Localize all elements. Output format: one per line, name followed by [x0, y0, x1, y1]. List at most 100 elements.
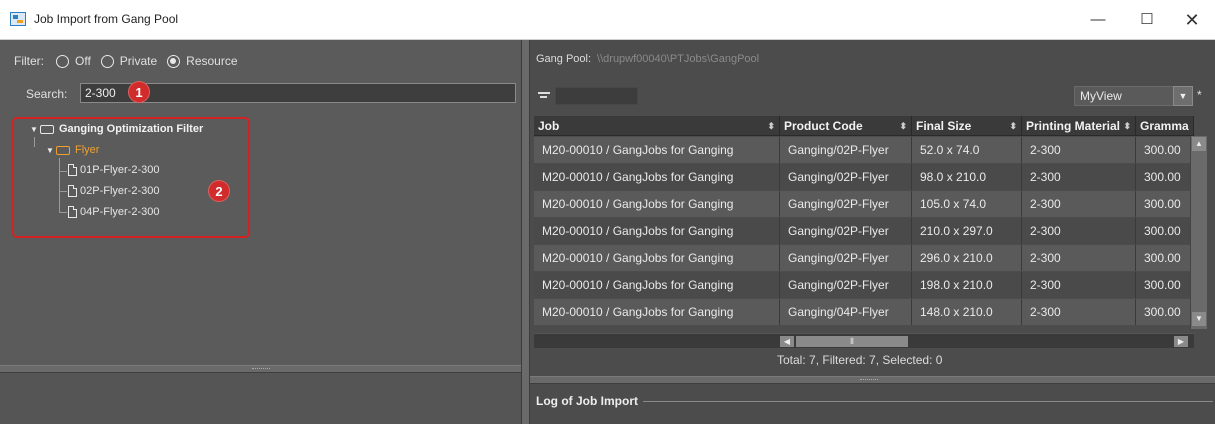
- cell-printing-material: 2-300: [1022, 245, 1136, 271]
- search-label: Search:: [26, 87, 68, 101]
- cell-job: M20-00010 / GangJobs for Ganging: [534, 191, 780, 217]
- document-icon: [68, 206, 77, 218]
- horizontal-scrollbar[interactable]: ◀ ⦀ ▶: [534, 333, 1194, 348]
- cell-printing-material: 2-300: [1022, 137, 1136, 163]
- right-panel: Gang Pool: \\drupwf00040\PTJobs\GangPool …: [530, 40, 1215, 424]
- app-icon: [10, 12, 26, 26]
- cell-printing-material: 2-300: [1022, 299, 1136, 325]
- chevron-down-icon[interactable]: ▼: [1173, 86, 1193, 106]
- view-select[interactable]: MyView: [1074, 86, 1174, 106]
- cell-printing-material: 2-300: [1022, 218, 1136, 244]
- column-header-printing-material[interactable]: Printing Material ⬍: [1022, 116, 1136, 136]
- cell-job: M20-00010 / GangJobs for Ganging: [534, 218, 780, 244]
- vertical-splitter[interactable]: [521, 40, 530, 424]
- cell-printing-material: 2-300: [1022, 164, 1136, 190]
- window-title: Job Import from Gang Pool: [34, 12, 179, 26]
- cell-job: M20-00010 / GangJobs for Ganging: [534, 164, 780, 190]
- log-divider: [643, 401, 1213, 402]
- filter-resource-radio[interactable]: Resource: [167, 54, 238, 68]
- tree-node-label: Ganging Optimization Filter: [59, 123, 204, 135]
- filter-private-radio[interactable]: Private: [100, 54, 158, 68]
- cell-product-code: Ganging/02P-Flyer: [780, 191, 912, 217]
- filter-resource-label: Resource: [186, 54, 238, 68]
- cell-final-size: 296.0 x 210.0: [912, 245, 1022, 271]
- tree-connector: [34, 137, 35, 147]
- cell-product-code: Ganging/02P-Flyer: [780, 137, 912, 163]
- maximize-button[interactable]: ☐: [1127, 8, 1167, 32]
- expand-down-icon[interactable]: ▼: [46, 146, 56, 155]
- cell-job: M20-00010 / GangJobs for Ganging: [534, 245, 780, 271]
- filter-off-radio[interactable]: Off: [56, 54, 91, 68]
- radio-on-icon: [167, 54, 181, 68]
- callout-badge-2: 2: [208, 180, 230, 202]
- close-button[interactable]: ✕: [1172, 8, 1212, 32]
- scroll-right-icon[interactable]: ▶: [1174, 336, 1188, 347]
- column-header-job[interactable]: Job ⬍: [534, 116, 780, 136]
- tree-node-ganging-filter[interactable]: ▼ Ganging Optimization Filter: [30, 123, 203, 135]
- tree-highlight-frame: [12, 117, 250, 238]
- tree-connector: [59, 212, 67, 213]
- table-row[interactable]: M20-00010 / GangJobs for Ganging Ganging/…: [534, 245, 1194, 271]
- filter-label: Filter:: [14, 54, 44, 68]
- radio-off-icon: [100, 54, 114, 68]
- filter-icon[interactable]: [538, 92, 550, 100]
- gang-pool-row: Gang Pool: \\drupwf00040\PTJobs\GangPool: [536, 53, 759, 65]
- sort-icon: ⬍: [1009, 121, 1017, 131]
- tree-leaf-item[interactable]: 01P-Flyer-2-300: [68, 164, 159, 176]
- tree-node-flyer[interactable]: ▼ Flyer: [46, 144, 99, 156]
- table-filter-field[interactable]: [555, 87, 638, 105]
- folder-icon: [56, 145, 70, 155]
- filter-row: Filter: Off Private Resource: [14, 52, 248, 70]
- document-icon: [68, 164, 77, 176]
- column-header-product-code[interactable]: Product Code ⬍: [780, 116, 912, 136]
- cell-product-code: Ganging/02P-Flyer: [780, 164, 912, 190]
- sort-icon: ⬍: [899, 121, 907, 131]
- tree-leaf-item[interactable]: 02P-Flyer-2-300: [68, 185, 159, 197]
- column-header-gramma[interactable]: Gramma: [1136, 116, 1194, 136]
- expand-down-icon[interactable]: ▼: [30, 125, 40, 134]
- cell-gramma: 300.00: [1136, 299, 1194, 325]
- table-row[interactable]: M20-00010 / GangJobs for Ganging Ganging/…: [534, 137, 1194, 163]
- table-totals: Total: 7, Filtered: 7, Selected: 0: [777, 353, 943, 367]
- table-row[interactable]: M20-00010 / GangJobs for Ganging Ganging/…: [534, 218, 1194, 244]
- left-splitter[interactable]: [0, 365, 521, 373]
- grip-icon: [252, 368, 270, 371]
- scroll-left-icon[interactable]: ◀: [780, 336, 794, 347]
- table-row[interactable]: M20-00010 / GangJobs for Ganging Ganging/…: [534, 164, 1194, 190]
- tree-leaf-label: 04P-Flyer-2-300: [80, 206, 160, 218]
- cell-gramma: 300.00: [1136, 245, 1194, 271]
- right-splitter[interactable]: [530, 376, 1215, 384]
- table-row[interactable]: M20-00010 / GangJobs for Ganging Ganging/…: [534, 299, 1194, 325]
- tree-connector: [59, 158, 60, 212]
- table-row[interactable]: M20-00010 / GangJobs for Ganging Ganging/…: [534, 272, 1194, 298]
- cell-product-code: Ganging/02P-Flyer: [780, 218, 912, 244]
- cell-job: M20-00010 / GangJobs for Ganging: [534, 272, 780, 298]
- cell-gramma: 300.00: [1136, 137, 1194, 163]
- cell-product-code: Ganging/04P-Flyer: [780, 299, 912, 325]
- table-header: Job ⬍ Product Code ⬍ Final Size ⬍ Printing …: [534, 116, 1194, 136]
- scroll-down-icon[interactable]: ▼: [1192, 312, 1206, 326]
- minimize-button[interactable]: —: [1078, 8, 1118, 32]
- tree-node-label: Flyer: [75, 144, 100, 156]
- cell-product-code: Ganging/02P-Flyer: [780, 272, 912, 298]
- grip-icon: [860, 379, 878, 382]
- tree-leaf-item[interactable]: 04P-Flyer-2-300: [68, 206, 159, 218]
- cell-final-size: 98.0 x 210.0: [912, 164, 1022, 190]
- cell-job: M20-00010 / GangJobs for Ganging: [534, 137, 780, 163]
- cell-printing-material: 2-300: [1022, 191, 1136, 217]
- cell-final-size: 52.0 x 74.0: [912, 137, 1022, 163]
- column-header-final-size[interactable]: Final Size ⬍: [912, 116, 1022, 136]
- cell-gramma: 300.00: [1136, 272, 1194, 298]
- callout-badge-1: 1: [128, 81, 150, 103]
- title-bar: Job Import from Gang Pool — ☐ ✕: [0, 0, 1215, 40]
- vertical-scrollbar[interactable]: ▲ ▼: [1190, 136, 1207, 329]
- scroll-up-icon[interactable]: ▲: [1192, 137, 1206, 151]
- cell-final-size: 210.0 x 297.0: [912, 218, 1022, 244]
- tree-connector: [59, 171, 67, 172]
- view-modified-indicator: *: [1197, 88, 1202, 102]
- cell-final-size: 198.0 x 210.0: [912, 272, 1022, 298]
- filter-private-label: Private: [119, 54, 158, 68]
- cell-final-size: 105.0 x 74.0: [912, 191, 1022, 217]
- table-row[interactable]: M20-00010 / GangJobs for Ganging Ganging/…: [534, 191, 1194, 217]
- scroll-thumb[interactable]: ⦀: [796, 336, 908, 347]
